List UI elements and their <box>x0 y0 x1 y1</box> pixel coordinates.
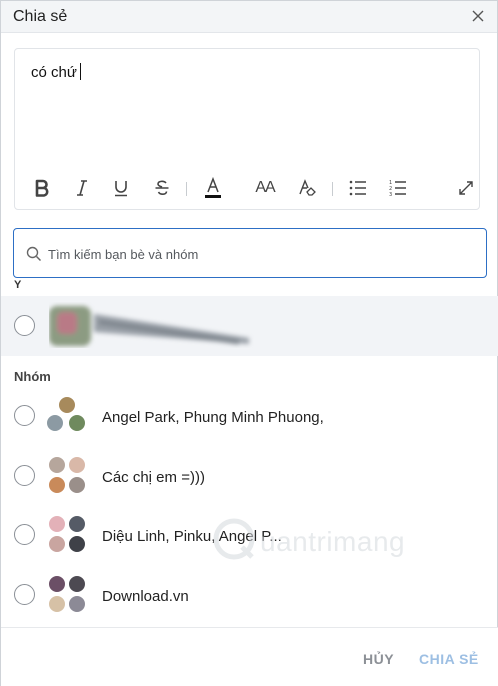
select-radio[interactable] <box>14 405 35 426</box>
group-avatar <box>46 573 88 615</box>
editor-content: có chứ <box>31 63 81 81</box>
group-list-item[interactable]: Angel Park, Phung Minh Phuong, <box>1 394 498 452</box>
member-avatar <box>48 476 66 494</box>
group-list-item[interactable]: Download.vn <box>1 573 498 631</box>
member-avatar <box>46 414 64 432</box>
toolbar-separator <box>186 182 187 196</box>
share-button[interactable]: CHIA SẺ <box>419 651 479 667</box>
friend-list-item[interactable] <box>1 296 498 356</box>
underline-icon[interactable] <box>110 177 132 199</box>
dialog-titlebar: Chia sẻ <box>1 1 497 33</box>
expand-icon[interactable] <box>455 177 477 199</box>
text-caret <box>79 63 81 80</box>
bullet-list-icon[interactable] <box>347 177 369 199</box>
cancel-button[interactable]: HỦY <box>363 651 394 667</box>
group-name: Download.vn <box>102 588 189 605</box>
svg-text:3: 3 <box>389 192 392 196</box>
watermark: uantrimang <box>212 517 442 567</box>
select-radio[interactable] <box>14 584 35 605</box>
search-icon <box>26 246 42 262</box>
select-radio[interactable] <box>14 465 35 486</box>
share-dialog: Chia sẻ có chứ AA 1 2 3 Tìm kiếm bạn bè … <box>0 0 498 686</box>
member-avatar <box>68 535 86 553</box>
dialog-title: Chia sẻ <box>13 7 68 25</box>
bold-icon[interactable] <box>31 177 53 199</box>
section-label-groups: Nhóm <box>14 369 51 384</box>
font-size-icon[interactable]: AA <box>251 177 279 199</box>
search-box <box>13 228 487 278</box>
dialog-footer: HỦY CHIA SẺ <box>1 627 498 686</box>
group-name: Các chị em =))) <box>102 469 205 486</box>
search-input[interactable] <box>48 243 468 265</box>
select-radio[interactable] <box>14 524 35 545</box>
section-label-recent: Y <box>14 279 22 291</box>
italic-icon[interactable] <box>71 177 93 199</box>
member-avatar <box>68 595 86 613</box>
format-toolbar: AA 123 <box>15 173 479 203</box>
watermark-logo-icon <box>213 518 255 560</box>
watermark-text: uantrimang <box>260 526 406 557</box>
group-avatar <box>46 454 88 496</box>
member-avatar <box>48 456 66 474</box>
member-avatar <box>58 396 76 414</box>
group-name: Angel Park, Phung Minh Phuong, <box>102 409 324 426</box>
member-avatar <box>48 595 66 613</box>
member-avatar <box>68 515 86 533</box>
close-icon[interactable] <box>469 7 487 25</box>
font-color-icon[interactable] <box>201 177 225 199</box>
blurred-friend-name <box>49 306 249 346</box>
clear-format-icon[interactable] <box>296 177 318 199</box>
group-avatar <box>46 513 88 555</box>
member-avatar <box>68 456 86 474</box>
member-avatar <box>68 476 86 494</box>
numbered-list-icon[interactable]: 123 <box>387 177 409 199</box>
member-avatar <box>48 575 66 593</box>
member-avatar <box>68 575 86 593</box>
editor-text: có chứ <box>31 64 77 81</box>
font-size-label: AA <box>255 179 275 196</box>
group-list-item[interactable]: Các chị em =))) <box>1 454 498 512</box>
member-avatar <box>68 414 86 432</box>
member-avatar <box>48 535 66 553</box>
select-radio[interactable] <box>14 315 35 336</box>
strikethrough-icon[interactable] <box>151 177 173 199</box>
toolbar-separator <box>332 182 333 196</box>
member-avatar <box>48 515 66 533</box>
group-avatar <box>46 394 88 436</box>
message-editor[interactable]: có chứ AA 1 2 3 <box>14 48 480 210</box>
